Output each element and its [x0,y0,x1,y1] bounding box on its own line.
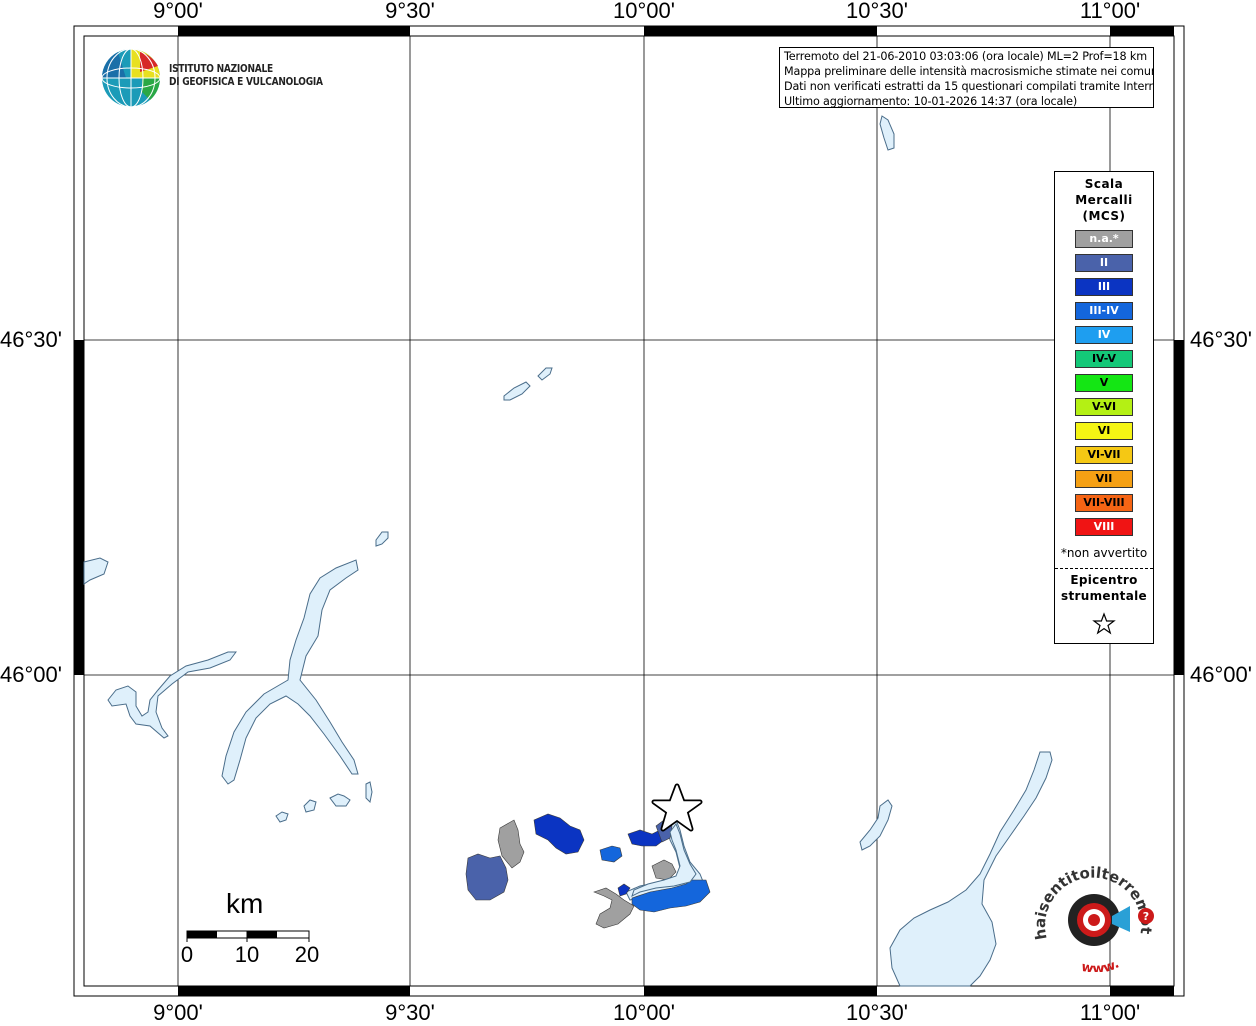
legend-epicenter-line-1: Epicentro [1070,573,1138,587]
municipality-iii-1 [533,813,585,855]
institute-name: ISTITUTO NAZIONALE DI GEOFISICA E VULCAN… [169,62,323,88]
scale-unit: km [226,888,264,919]
legend-swatch-6: V [1075,374,1133,392]
legend-title-line-1: Scala [1084,177,1124,191]
scale-label-10: 10 [234,942,260,967]
legend-swatch-11: VII-VIII [1075,494,1133,512]
municipality-iiiiv-1 [599,845,623,863]
lat-tick-right-1: 46°30' [1190,327,1252,352]
lakes [83,115,1053,987]
lon-tick-top-4: 10°30' [846,0,908,23]
legend-star-icon [1092,612,1116,635]
ingv-logo [101,48,161,108]
legend-title-line-2: Mercalli [1075,193,1133,207]
lake-small-8 [879,115,895,151]
legend-swatch-2: III [1075,278,1133,296]
lon-tick-top-2: 9°30' [385,0,435,23]
haisentito-logo: haisentitoilterremoto.it www. ? [1030,862,1155,972]
lon-tick-top-5: 11°00' [1079,0,1141,23]
scale-bar: km 0 10 20 [180,888,330,978]
lon-tick-top-3: 10°00' [613,0,675,23]
lake-como [221,559,359,785]
event-info-line-3: Dati non verificati estratti da 15 quest… [784,80,1154,93]
legend-swatch-3: III-IV [1075,302,1133,320]
legend-swatch-10: VII [1075,470,1133,488]
institute-line-1: ISTITUTO NAZIONALE [169,62,273,75]
legend-swatch-7: V-VI [1075,398,1133,416]
legend-swatch-0: n.a.* [1075,230,1133,248]
event-info-line-1: Terremoto del 21-06-2010 03:03:06 (ora l… [784,50,1147,63]
legend-swatch-5: IV-V [1075,350,1133,368]
lon-tick-bottom-5: 11°00' [1079,1000,1141,1025]
scale-bar-graphic [186,930,310,942]
lake-small-1 [375,531,389,547]
border-ticks [74,26,1184,996]
legend-epicenter-label: Epicentro strumentale [1055,572,1153,604]
lat-tick-right-2: 46°00' [1190,662,1252,687]
intensity-legend: Scala Mercalli (MCS) n.a.* II III III-IV IV I… [1054,171,1154,644]
lake-small-5 [303,799,317,813]
lake-small-2 [503,381,531,401]
event-info-box: Terremoto del 21-06-2010 03:03:06 (ora l… [779,47,1154,108]
lon-tick-top-1: 9°00' [153,0,203,23]
legend-epicenter-line-2: strumentale [1061,589,1147,603]
lon-tick-bottom-2: 9°30' [385,1000,435,1025]
legend-title: Scala Mercalli (MCS) [1055,176,1153,224]
legend-swatch-9: VI-VII [1075,446,1133,464]
event-info-line-2: Mappa preliminare delle intensità macros… [784,65,1154,78]
lake-garda [889,751,1053,987]
lake-small-6 [329,793,351,807]
lat-tick-left-1: 46°30' [0,327,62,352]
lake-small-7 [365,781,373,804]
legend-title-line-3: (MCS) [1082,209,1126,223]
lat-tick-left-2: 46°00' [0,662,62,687]
svg-text:?: ? [1143,910,1149,923]
lon-tick-bottom-3: 10°00' [613,1000,675,1025]
www-text: www. [1080,957,1122,972]
legend-swatch-4: IV [1075,326,1133,344]
event-info-line-4: Ultimo aggiornamento: 10-01-2026 14:37 (… [784,95,1078,108]
lake-small-3 [537,367,553,381]
map-inner-frame [83,35,1175,987]
institute-line-2: DI GEOFISICA E VULCANOLOGIA [169,75,323,88]
lon-tick-bottom-1: 9°00' [153,1000,203,1025]
legend-swatch-8: VI [1075,422,1133,440]
map-frame [73,25,1185,997]
graticule [84,36,1174,986]
scale-label-0: 0 [180,942,194,967]
lake-maggiore [83,557,109,585]
lake-small-4 [275,811,289,823]
legend-note: *non avvertito [1060,546,1148,560]
scale-label-20: 20 [294,942,320,967]
municipality-ii-1 [465,853,509,901]
legend-swatch-12: VIII [1075,518,1133,536]
lon-tick-bottom-4: 10°30' [846,1000,908,1025]
lake-idro [859,799,893,851]
lake-lugano [107,651,237,739]
svg-text:www.: www. [1080,957,1122,972]
legend-swatch-1: II [1075,254,1133,272]
legend-separator [1055,568,1153,569]
